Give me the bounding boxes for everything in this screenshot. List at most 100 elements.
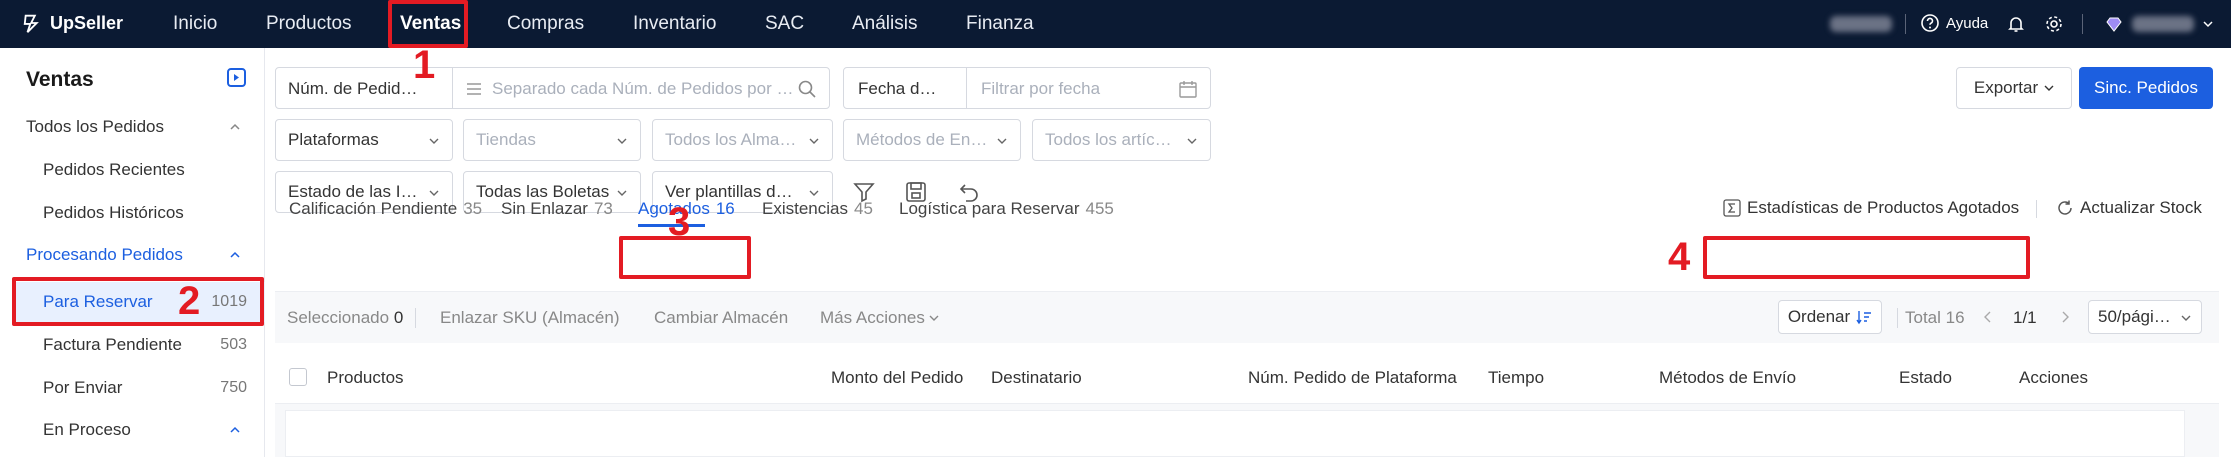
export-button[interactable]: Exportar (1956, 67, 2072, 109)
calendar-icon[interactable] (1178, 79, 1198, 99)
tab-logistica-para-reservar[interactable]: Logística para Reservar 455 (899, 199, 1114, 219)
chevron-up-icon (230, 251, 240, 258)
bulk-action-bar: Seleccionado 0 Enlazar SKU (Almacén) Cam… (275, 291, 2219, 343)
date-type-select[interactable]: Fecha d… (858, 79, 936, 99)
page-indicator: 1/1 (2013, 308, 2037, 327)
nav-inventario[interactable]: Inventario (633, 13, 716, 35)
sidebar-item-label: Pedidos Recientes (43, 160, 185, 179)
selected-label: Seleccionado 0 (287, 308, 404, 327)
sort-icon (1856, 311, 1872, 325)
chevron-down-icon (429, 190, 439, 196)
chevron-down-icon[interactable] (2203, 19, 2213, 29)
sidebar-group-label: Procesando Pedidos (26, 245, 183, 264)
annotation-box-2 (12, 277, 264, 326)
more-actions-label: Más Acciones (820, 308, 925, 327)
sync-orders-button[interactable]: Sinc. Pedidos (2079, 67, 2213, 109)
warehouses-select[interactable]: Todos los Alma… (652, 119, 833, 161)
stores-select[interactable]: Tiendas (463, 119, 641, 161)
diamond-icon[interactable] (2104, 14, 2124, 34)
nav-inicio[interactable]: Inicio (173, 13, 217, 35)
sidebar-group-label: Todos los Pedidos (26, 117, 164, 136)
sidebar-item-count: 750 (220, 379, 247, 396)
bell-icon[interactable] (2006, 14, 2026, 34)
logo-text: UpSeller (50, 12, 124, 33)
platforms-select[interactable]: Plataformas (275, 119, 453, 161)
tab-calificacion-pendiente[interactable]: Calificación Pendiente 35 (289, 199, 482, 219)
sidebar-item-label: Pedidos Históricos (43, 203, 184, 222)
out-of-stock-stats-button[interactable]: Estadísticas de Productos Agotados (1723, 198, 2019, 218)
nav-compras[interactable]: Compras (507, 13, 584, 35)
shipping-methods-select[interactable]: Métodos de En… (843, 119, 1021, 161)
stats-label: Estadísticas de Productos Agotados (1747, 198, 2020, 217)
chevron-down-icon (929, 315, 939, 321)
annotation-box-1 (388, 0, 468, 48)
list-icon (467, 83, 481, 95)
tab-sin-enlazar[interactable]: Sin Enlazar 73 (501, 199, 613, 219)
divider (1897, 308, 1898, 328)
chevron-down-icon (809, 190, 819, 196)
nav-analisis[interactable]: Análisis (852, 13, 917, 35)
column-header: Destinatario (991, 368, 1082, 387)
column-header: Monto del Pedido (831, 368, 964, 387)
link-sku-button[interactable]: Enlazar SKU (Almacén) (440, 308, 620, 328)
annotation-number-1: 1 (413, 43, 436, 87)
sidebar-item-count: 503 (220, 336, 247, 353)
nav-finanza[interactable]: Finanza (966, 13, 1034, 35)
help-icon (1921, 14, 1939, 32)
sidebar-item-pedidos-recientes[interactable]: Pedidos Recientes (0, 150, 265, 190)
refresh-stock-button[interactable]: Actualizar Stock (2056, 198, 2202, 218)
sidebar-group-procesando[interactable]: Procesando Pedidos (0, 235, 265, 275)
chevron-left-icon[interactable] (1983, 311, 1993, 323)
order-number-search-group: Núm. de Pedid… Separado cada Núm. de Ped… (275, 67, 830, 109)
help-link[interactable]: Ayuda (1920, 13, 1988, 33)
date-range-input[interactable]: Filtrar por fecha (981, 79, 1100, 99)
items-filter-select[interactable]: Todos los artíc… (1032, 119, 1211, 161)
sidebar-group-en-proceso[interactable]: En Proceso (0, 410, 265, 450)
collapse-sidebar-icon[interactable] (227, 68, 246, 87)
sidebar: Ventas Todos los Pedidos Pedidos Recient… (0, 48, 265, 457)
sidebar-item-pedidos-historicos[interactable]: Pedidos Históricos (0, 193, 265, 233)
blurred-account-info (1830, 16, 1892, 32)
chevron-down-icon (617, 138, 627, 144)
chevron-down-icon (997, 138, 1007, 144)
search-icon[interactable] (797, 79, 817, 99)
page-size-select[interactable]: 50/pági… (2088, 300, 2202, 334)
stores-placeholder: Tiendas (476, 130, 536, 149)
select-all-checkbox[interactable] (289, 368, 307, 386)
top-navigation-bar: UpSeller Inicio Productos Ventas Compras… (0, 0, 2231, 48)
tab-count: 16 (715, 199, 735, 218)
chevron-down-icon (2181, 315, 2191, 321)
tab-label: Existencias (762, 199, 848, 218)
chevron-right-icon[interactable] (2060, 311, 2070, 323)
order-search-input[interactable]: Separado cada Núm. de Pedidos por … (492, 79, 793, 99)
chevron-down-icon (809, 138, 819, 144)
column-header: Productos (327, 368, 404, 387)
upseller-logo[interactable]: UpSeller (22, 12, 123, 34)
annotation-number-4: 4 (1668, 235, 1691, 279)
tab-existencias[interactable]: Existencias 45 (762, 199, 873, 219)
column-header: Núm. Pedido de Plataforma (1248, 368, 1457, 387)
gear-icon[interactable] (2044, 14, 2064, 34)
chevron-down-icon (429, 138, 439, 144)
tab-label: Sin Enlazar (501, 199, 588, 218)
column-header: Métodos de Envío (1659, 368, 1797, 387)
tab-label: Calificación Pendiente (289, 199, 458, 218)
chevron-down-icon (1187, 138, 1197, 144)
more-actions-dropdown[interactable]: Más Acciones (820, 308, 939, 328)
chevron-up-icon (230, 123, 240, 130)
order-number-select[interactable]: Núm. de Pedid… (288, 79, 417, 99)
sort-button[interactable]: Ordenar (1778, 300, 1882, 334)
nav-productos[interactable]: Productos (266, 13, 352, 35)
annotation-box-4 (1703, 236, 2030, 279)
warehouses-placeholder: Todos los Alma… (665, 130, 797, 149)
change-warehouse-button[interactable]: Cambiar Almacén (654, 308, 788, 328)
divider (415, 308, 416, 328)
divider (452, 68, 453, 108)
sidebar-item-factura-pendiente[interactable]: Factura Pendiente 503 (0, 325, 265, 365)
sidebar-item-por-enviar[interactable]: Por Enviar 750 (0, 368, 265, 408)
column-header: Acciones (2019, 368, 2088, 387)
nav-sac[interactable]: SAC (765, 13, 804, 35)
sidebar-item-label: Factura Pendiente (43, 335, 182, 354)
sidebar-group-todos[interactable]: Todos los Pedidos (0, 107, 265, 147)
page-size-value: 50/pági… (2098, 307, 2171, 326)
